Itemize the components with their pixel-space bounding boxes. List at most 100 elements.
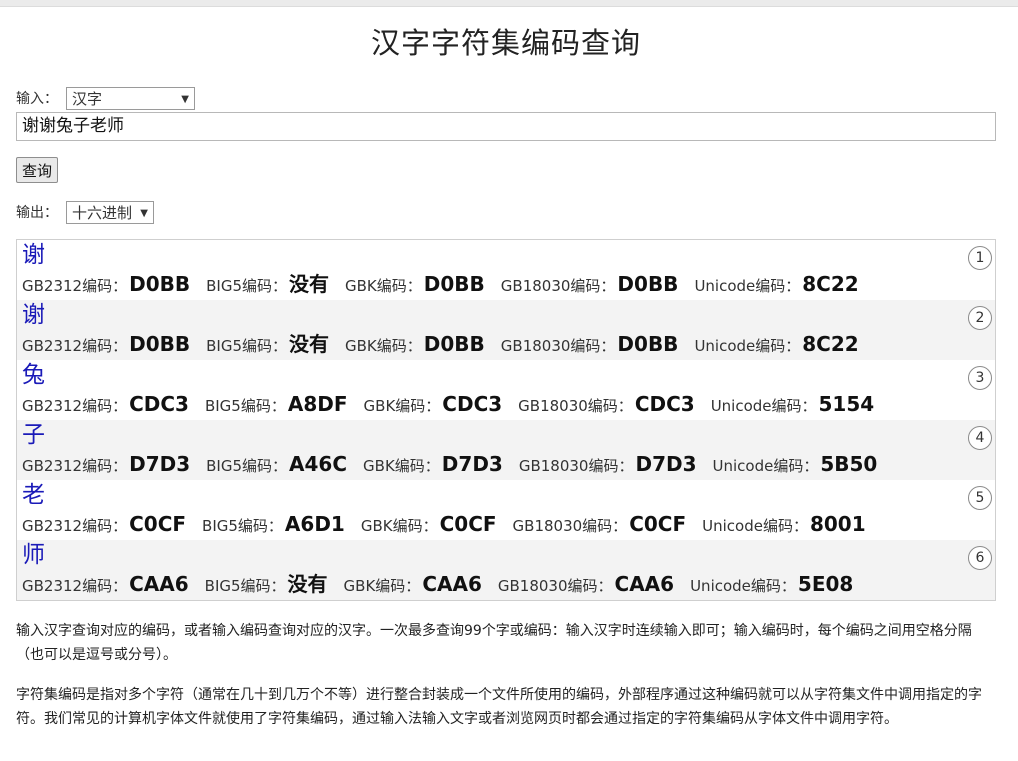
unicode-label: Unicode编码：: [694, 277, 801, 295]
unicode-label: Unicode编码：: [710, 397, 817, 415]
gb18030-value: D0BB: [617, 332, 679, 356]
input-type-row: 输入： 汉字 ▼: [16, 85, 996, 111]
unicode-value: 5E08: [797, 572, 854, 596]
input-type-select[interactable]: 汉字 ▼: [66, 86, 195, 110]
page-title: 汉字字符集编码查询: [370, 26, 641, 60]
result-row: 谢 GB2312编码： D0BB BIG5编码： 没有 GBK编码： D0BB …: [17, 300, 995, 360]
gbk-value: CAA6: [422, 572, 482, 596]
input-type-label: 输入：: [16, 91, 58, 107]
unicode-label: Unicode编码：: [694, 337, 801, 355]
big5-label: BIG5编码：: [204, 397, 286, 415]
result-character: 师: [22, 542, 45, 568]
unicode-label: Unicode编码：: [690, 577, 796, 595]
gb2312-label: GB2312编码：: [22, 337, 128, 355]
unicode-value: 5154: [818, 392, 875, 416]
gb18030-label: GB18030编码：: [518, 457, 634, 475]
gb18030-label: GB18030编码：: [518, 397, 633, 415]
gb18030-label: GB18030编码：: [497, 577, 613, 595]
unicode-value: 5B50: [820, 452, 878, 476]
result-row: 师 GB2312编码： CAA6 BIG5编码： 没有 GBK编码： CAA6 …: [17, 540, 995, 600]
gb2312-label: GB2312编码：: [22, 517, 128, 535]
query-button[interactable]: 查询: [16, 157, 59, 183]
gb2312-value: D7D3: [129, 452, 191, 476]
input-type-selected-value: 汉字: [72, 89, 103, 108]
result-index-badge: 2: [968, 306, 992, 330]
big5-value: A6D1: [284, 512, 345, 536]
result-index-badge: 4: [968, 426, 992, 450]
result-index-badge: 1: [968, 246, 992, 270]
result-index-badge: 5: [968, 486, 992, 510]
big5-label: BIG5编码：: [204, 577, 286, 595]
big5-value: A8DF: [287, 392, 348, 416]
result-index-badge: 6: [968, 546, 992, 570]
output-format-row: 输出： 十六进制 ▼: [16, 199, 996, 225]
result-index-badge: 3: [968, 366, 992, 390]
gb18030-value: D0BB: [617, 272, 679, 296]
gbk-value: D0BB: [423, 332, 485, 356]
gb18030-label: GB18030编码：: [500, 277, 616, 295]
result-character: 兔: [22, 362, 45, 388]
gb18030-value: D7D3: [635, 452, 697, 476]
result-codes: GB2312编码： D7D3 BIG5编码： A46C GBK编码： D7D3 …: [22, 450, 995, 478]
gb18030-label: GB18030编码：: [500, 337, 616, 355]
gb18030-label: GB18030编码：: [512, 517, 628, 535]
unicode-value: 8C22: [802, 332, 859, 356]
gb2312-value: D0BB: [129, 272, 191, 296]
result-codes: GB2312编码： CDC3 BIG5编码： A8DF GBK编码： CDC3 …: [22, 390, 995, 418]
gbk-label: GBK编码：: [345, 277, 422, 295]
unicode-value: 8C22: [802, 272, 859, 296]
gbk-label: GBK编码：: [363, 457, 440, 475]
output-format-selected-value: 十六进制: [72, 203, 133, 222]
big5-value: A46C: [289, 452, 348, 476]
dropdown-arrow-icon: ▼: [140, 207, 148, 219]
gb18030-value: CDC3: [634, 392, 695, 416]
usage-description: 输入汉字查询对应的编码，或者输入编码查询对应的汉字。一次最多查询99个字或编码：…: [16, 623, 972, 663]
gb18030-value: C0CF: [629, 512, 687, 536]
result-character: 老: [22, 482, 45, 508]
gbk-value: D0BB: [423, 272, 485, 296]
gb2312-label: GB2312编码：: [22, 277, 128, 295]
gbk-label: GBK编码：: [360, 517, 438, 535]
query-input[interactable]: 谢谢兔子老师: [16, 112, 996, 141]
big5-value: 没有: [289, 272, 329, 296]
gb2312-label: GB2312编码：: [22, 457, 128, 475]
result-codes: GB2312编码： D0BB BIG5编码： 没有 GBK编码： D0BB GB…: [22, 270, 995, 298]
big5-value: 没有: [289, 332, 329, 356]
result-row: 谢 GB2312编码： D0BB BIG5编码： 没有 GBK编码： D0BB …: [17, 240, 995, 300]
result-row: 老 GB2312编码： C0CF BIG5编码： A6D1 GBK编码： C0C…: [17, 480, 995, 540]
unicode-value: 8001: [809, 512, 866, 536]
gbk-label: GBK编码：: [363, 397, 441, 415]
gb2312-label: GB2312编码：: [22, 397, 128, 415]
gbk-label: GBK编码：: [343, 577, 421, 595]
big5-label: BIG5编码：: [202, 517, 283, 535]
gb2312-label: GB2312编码：: [22, 577, 128, 595]
gbk-value: CDC3: [442, 392, 503, 416]
result-character: 谢: [22, 242, 45, 268]
result-codes: GB2312编码： D0BB BIG5编码： 没有 GBK编码： D0BB GB…: [22, 330, 995, 358]
big5-label: BIG5编码：: [206, 277, 287, 295]
results-list: 谢 GB2312编码： D0BB BIG5编码： 没有 GBK编码： D0BB …: [16, 239, 996, 601]
page-content: 汉字字符集编码查询 输入： 汉字 ▼ 谢谢兔子老师 查询 输出： 十六进制 ▼ …: [16, 6, 996, 731]
result-character: 谢: [22, 302, 45, 328]
result-row: 子 GB2312编码： D7D3 BIG5编码： A46C GBK编码： D7D…: [17, 420, 995, 480]
unicode-label: Unicode编码：: [702, 517, 808, 535]
result-row: 兔 GB2312编码： CDC3 BIG5编码： A8DF GBK编码： CDC…: [17, 360, 995, 420]
result-codes: GB2312编码： C0CF BIG5编码： A6D1 GBK编码： C0CF …: [22, 510, 995, 538]
gb2312-value: CDC3: [129, 392, 189, 416]
gb18030-value: CAA6: [614, 572, 675, 596]
output-format-select[interactable]: 十六进制 ▼: [66, 200, 154, 224]
charset-description: 字符集编码是指对多个字符（通常在几十到几万个不等）进行整合封装成一个文件所使用的…: [16, 687, 982, 727]
output-format-label: 输出：: [16, 205, 58, 221]
result-codes: GB2312编码： CAA6 BIG5编码： 没有 GBK编码： CAA6 GB…: [22, 570, 995, 598]
gb2312-value: C0CF: [129, 512, 187, 536]
gbk-label: GBK编码：: [345, 337, 422, 355]
result-character: 子: [22, 422, 45, 448]
big5-label: BIG5编码：: [206, 457, 288, 475]
gb2312-value: D0BB: [129, 332, 191, 356]
dropdown-arrow-icon: ▼: [181, 93, 189, 105]
big5-value: 没有: [287, 572, 328, 596]
big5-label: BIG5编码：: [206, 337, 287, 355]
gbk-value: D7D3: [441, 452, 503, 476]
unicode-label: Unicode编码：: [712, 457, 819, 475]
gbk-value: C0CF: [439, 512, 497, 536]
